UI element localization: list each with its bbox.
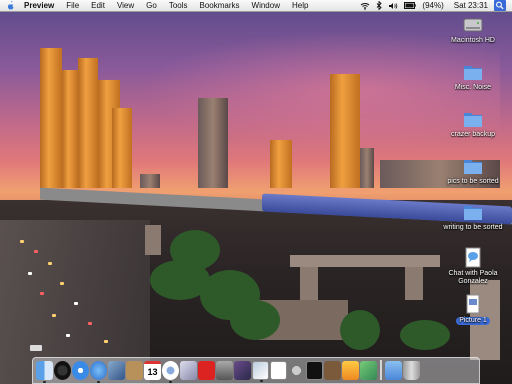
menu-go[interactable]: Go bbox=[140, 0, 163, 11]
dock-terminal-icon[interactable] bbox=[306, 361, 323, 380]
desktop-icon-macintosh-hd[interactable]: Macintosh HD bbox=[437, 14, 509, 45]
desktop-icon-pics-to-be-sorted[interactable]: pics to be sorted bbox=[437, 155, 509, 186]
spotlight-search-icon[interactable] bbox=[494, 0, 506, 11]
dock-preview-icon[interactable] bbox=[252, 361, 269, 382]
apple-menu-icon[interactable] bbox=[6, 1, 16, 11]
desktop-icon-misc-noise[interactable]: Misc. Noise bbox=[437, 61, 509, 92]
desktop-icon-picture-1[interactable]: Picture 1 bbox=[437, 294, 509, 325]
dock-ichat-icon[interactable] bbox=[90, 361, 107, 383]
dock-acrobat-icon[interactable] bbox=[198, 361, 215, 380]
desktop-icon-label: pics to be sorted bbox=[447, 178, 499, 185]
menu-file[interactable]: File bbox=[60, 0, 85, 11]
dock: 13 bbox=[32, 357, 480, 384]
desktop-icon-chat-transcript[interactable]: Chat with Paola Gonzalez bbox=[437, 247, 509, 286]
dock-ftp-client-icon[interactable] bbox=[342, 361, 359, 380]
menu-tools[interactable]: Tools bbox=[163, 0, 194, 11]
menu-edit[interactable]: Edit bbox=[85, 0, 111, 11]
desktop-icon-label: Macintosh HD bbox=[451, 37, 495, 44]
menu-app-preview[interactable]: Preview bbox=[24, 0, 60, 11]
dock-finder-icon[interactable] bbox=[36, 361, 53, 383]
bluetooth-icon[interactable] bbox=[376, 1, 383, 10]
volume-icon[interactable] bbox=[388, 2, 398, 10]
dock-trash-icon[interactable] bbox=[403, 361, 420, 380]
battery-percent: (94%) bbox=[422, 1, 444, 10]
dock-applications-folder-icon[interactable] bbox=[385, 361, 402, 380]
menu-clock[interactable]: Sat 23:31 bbox=[454, 1, 488, 10]
dock-photoshop-icon[interactable] bbox=[234, 361, 251, 380]
dock-itunes-icon[interactable] bbox=[162, 361, 179, 383]
desktop-icon-crazer-backup[interactable]: crazer backup bbox=[437, 108, 509, 139]
chat-transcript-icon bbox=[462, 247, 484, 269]
folder-icon bbox=[462, 61, 484, 83]
menu-bookmarks[interactable]: Bookmarks bbox=[194, 0, 246, 11]
desktop-icon-label: Picture 1 bbox=[456, 317, 490, 325]
dock-system-preferences-icon[interactable] bbox=[288, 361, 305, 380]
wifi-icon[interactable] bbox=[360, 2, 370, 10]
dock-ical-icon[interactable]: 13 bbox=[144, 361, 161, 380]
dock-separator bbox=[380, 360, 382, 380]
hard-drive-icon bbox=[462, 14, 484, 36]
dock-safari-icon[interactable] bbox=[72, 361, 89, 380]
folder-icon bbox=[462, 108, 484, 130]
menu-extras: (94%) Sat 23:31 bbox=[360, 0, 506, 11]
dock-address-book-icon[interactable] bbox=[126, 361, 143, 380]
folder-icon bbox=[462, 155, 484, 177]
dock-widgets-icon[interactable] bbox=[360, 361, 377, 380]
desktop-icon-writing-to-be-sorted[interactable]: writing to be sorted bbox=[437, 201, 509, 232]
dock-textedit-icon[interactable] bbox=[270, 361, 287, 380]
dock-keynote-icon[interactable] bbox=[216, 361, 233, 380]
menu-view[interactable]: View bbox=[111, 0, 140, 11]
desktop-icon-label: crazer backup bbox=[451, 131, 495, 138]
menu-window[interactable]: Window bbox=[246, 0, 286, 11]
dock-iphoto-icon[interactable] bbox=[180, 361, 197, 380]
desktop-wallpaper bbox=[0, 0, 512, 384]
desktop-icon-label: Misc. Noise bbox=[454, 84, 492, 91]
menu-bar: Preview File Edit View Go Tools Bookmark… bbox=[0, 0, 512, 12]
battery-icon[interactable] bbox=[404, 2, 417, 9]
menu-help[interactable]: Help bbox=[286, 0, 314, 11]
desktop-icon-label: writing to be sorted bbox=[443, 224, 503, 231]
folder-icon bbox=[462, 201, 484, 223]
dock-dashboard-icon[interactable] bbox=[54, 361, 71, 380]
dock-dictionary-icon[interactable] bbox=[324, 361, 341, 380]
document-icon bbox=[462, 294, 484, 316]
desktop-icon-label: Chat with Paola Gonzalez bbox=[448, 270, 498, 285]
dock-mail-icon[interactable] bbox=[108, 361, 125, 380]
